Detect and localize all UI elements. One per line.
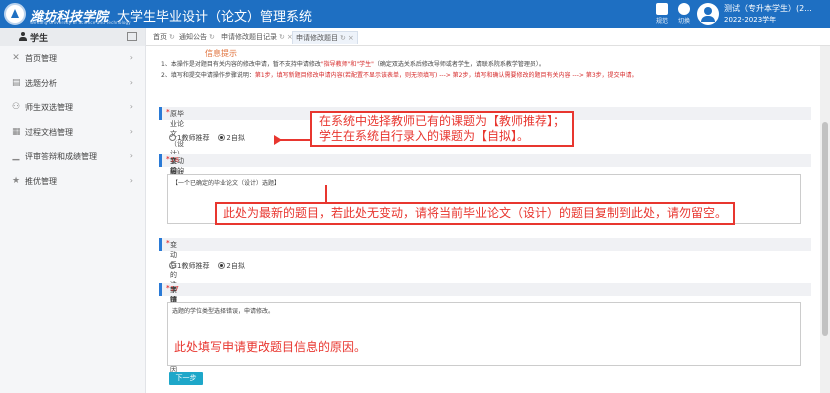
- notice-highlight: 第1步，填写新题目修改申请内容(若配置不显示该表单，则无须填写) ---> 第2…: [254, 72, 638, 79]
- radio-circle[interactable]: [218, 262, 226, 269]
- sidebar-item-review-grades[interactable]: ▁ 评审答辩和成绩管理 ›: [0, 144, 145, 169]
- change-reason-value: 选题的学位类型选择错误，申请修改。: [172, 308, 275, 315]
- radio-teacher-recommend[interactable]: 1教师推荐: [169, 134, 209, 142]
- sidebar-item-topic-analysis[interactable]: ▤ 选题分析 ›: [0, 71, 145, 96]
- sidebar-header: 学生: [0, 28, 145, 46]
- tab-label: 申请修改题目: [296, 34, 338, 42]
- sidebar-item-recommend[interactable]: ★ 推优管理 ›: [0, 169, 145, 194]
- sidebar: 学生 ✕ 首页管理 › ▤ 选题分析 › ⚇ 师生双选管理 › ▦ 过程文档管理…: [0, 28, 146, 393]
- sidebar-item-mutual-selection[interactable]: ⚇ 师生双选管理 ›: [0, 95, 145, 120]
- system-title: 大学生毕业设计（论文）管理系统: [117, 10, 313, 25]
- tab-topic-change-records[interactable]: 申请修改题目记录 ↻ ×: [218, 31, 296, 44]
- chevron-right-icon: ›: [129, 53, 133, 62]
- notice-text: 2、填写和提交申请操作步骤说明：: [161, 72, 255, 79]
- section-new-method: * 变动后的选题方式: [159, 238, 811, 319]
- new-method-options: 1教师推荐 2自拟: [169, 261, 245, 271]
- radio-circle[interactable]: [169, 262, 176, 269]
- avatar[interactable]: [697, 3, 719, 25]
- chevron-right-icon: ›: [129, 175, 133, 185]
- radio-circle[interactable]: [218, 134, 226, 141]
- chart-icon: ▁: [12, 151, 20, 161]
- radio-self-proposed[interactable]: 2自拟: [218, 134, 245, 142]
- radio-teacher-recommend[interactable]: 1教师推荐: [169, 262, 209, 270]
- close-icon[interactable]: ×: [348, 34, 354, 42]
- refresh-icon[interactable]: ↻: [279, 33, 285, 41]
- count-suffix: 字符: [170, 157, 177, 175]
- folder-icon: ▦: [12, 126, 21, 137]
- notice-line-2: 2、填写和提交申请操作步骤说明：第1步，填写新题目修改申请内容(若配置不显示该表…: [161, 70, 638, 79]
- book-icon: [656, 3, 668, 15]
- switch-button[interactable]: 切换: [669, 3, 699, 25]
- annotation-arrowhead: [274, 135, 282, 145]
- chevron-right-icon: ›: [129, 151, 133, 160]
- sidebar-title: 学生: [30, 34, 49, 44]
- annotation-arrow: [325, 185, 327, 203]
- collapse-sidebar-icon[interactable]: [127, 32, 137, 41]
- notice-title: 信息提示: [205, 49, 237, 58]
- tab-topic-change[interactable]: 申请修改题目 ↻ ×: [292, 31, 358, 44]
- refresh-icon[interactable]: ↻: [209, 33, 215, 41]
- annotation-line: 学生在系统自行录入的课题为【自拟】。: [319, 129, 530, 143]
- original-method-options: 1教师推荐 2自拟: [169, 133, 245, 143]
- tab-notices[interactable]: 通知公告 ↻: [176, 31, 218, 44]
- notice-text: 1、本操作是对题目有关内容的修改申请，暂不支持申请修改: [161, 61, 321, 68]
- refresh-icon[interactable]: ↻: [169, 33, 175, 41]
- chevron-right-icon: ›: [129, 77, 133, 87]
- academic-year: 2022-2023学年: [724, 16, 777, 24]
- people-icon: ⚇: [12, 102, 21, 112]
- notice-highlight: "指导教师"和"学生": [320, 61, 374, 68]
- notice-text: （确定双选关系后修改导师或者学生，请联系院系教学管理员）。: [373, 61, 545, 68]
- school-subtitle: Weifang University of Science and Techno…: [30, 20, 131, 25]
- student-icon: [19, 32, 27, 41]
- radio-label: 1教师推荐: [177, 134, 210, 142]
- sidebar-item-label: 选题分析: [25, 78, 57, 88]
- section-new-topic: * 变动后的毕业论文（设计）选题 共输入 18 字符: [159, 154, 811, 225]
- sidebar-item-label: 过程文档管理: [25, 127, 73, 137]
- tools-icon: ✕: [12, 53, 20, 63]
- sidebar-item-label: 推优管理: [25, 176, 57, 186]
- section-change-reason: * 申请选题变动的原因 共输入 17 字符: [159, 283, 811, 374]
- annotation-line: 在系统中选择教师已有的课题为【教师推荐】；: [319, 114, 566, 128]
- radio-label: 2自拟: [226, 262, 245, 270]
- refresh-icon[interactable]: ↻: [340, 34, 346, 42]
- sidebar-item-label: 首页管理: [25, 54, 57, 63]
- page-scrollbar[interactable]: [820, 46, 830, 393]
- chevron-right-icon: ›: [129, 102, 133, 111]
- tab-bar: 首页 ↻ 通知公告 ↻ 申请修改题目记录 ↻ × 申请修改题目 ↻ ×: [146, 28, 830, 46]
- top-header: 潍坊科技学院 Weifang University of Science and…: [0, 0, 830, 28]
- new-topic-value: 【一个已确定的毕业论文（设计）选题】: [172, 180, 281, 187]
- tab-home[interactable]: 首页 ↻: [150, 31, 178, 44]
- star-icon: ★: [12, 175, 21, 186]
- tab-label: 通知公告: [179, 33, 207, 41]
- next-step-button[interactable]: 下一步: [169, 372, 203, 385]
- scrollbar-thumb[interactable]: [822, 122, 828, 336]
- switch-icon: [678, 3, 690, 15]
- sidebar-item-label: 评审答辩和成绩管理: [25, 152, 97, 161]
- tab-label: 申请修改题目记录: [221, 33, 277, 41]
- chevron-right-icon: ›: [129, 126, 133, 136]
- document-icon: ▤: [12, 77, 21, 88]
- sidebar-item-process-docs[interactable]: ▦ 过程文档管理 ›: [0, 120, 145, 145]
- radio-label: 2自拟: [226, 134, 245, 142]
- school-logo: [4, 3, 26, 25]
- user-name[interactable]: 测试（专升本学生）(2...: [724, 3, 812, 14]
- change-reason-textarea[interactable]: 选题的学位类型选择错误，申请修改。: [167, 302, 801, 366]
- radio-label: 1教师推荐: [177, 262, 210, 270]
- sidebar-item-label: 师生双选管理: [25, 103, 73, 112]
- radio-circle[interactable]: [169, 134, 176, 141]
- sidebar-item-home[interactable]: ✕ 首页管理 ›: [0, 46, 145, 71]
- annotation-new-topic: 此处为最新的题目，若此处无变动，请将当前毕业论文（设计）的题目复制到此处，请勿留…: [215, 202, 736, 225]
- tab-label: 首页: [153, 33, 167, 41]
- notice-line-1: 1、本操作是对题目有关内容的修改申请，暂不支持申请修改"指导教师"和"学生"（确…: [161, 59, 545, 68]
- radio-self-proposed[interactable]: 2自拟: [218, 262, 245, 270]
- switch-label: 切换: [677, 18, 690, 25]
- annotation-selection-method: 在系统中选择教师已有的课题为【教师推荐】； 学生在系统自行录入的课题为【自拟】。: [310, 111, 575, 147]
- annotation-reason: 此处填写申请更改题目信息的原因。: [174, 340, 367, 354]
